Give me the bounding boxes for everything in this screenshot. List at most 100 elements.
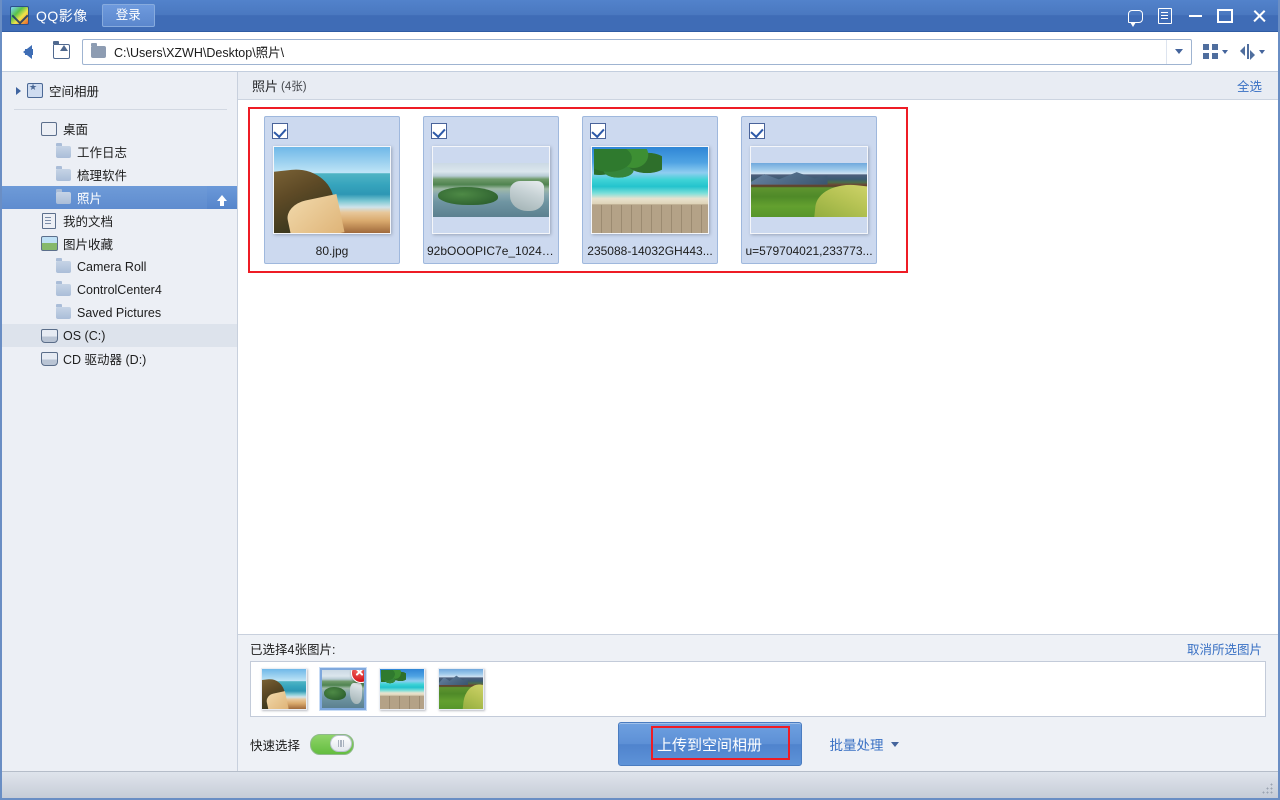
app-title: QQ影像: [36, 6, 88, 26]
feedback-bubble-button[interactable]: [1120, 0, 1150, 32]
sidebar-item-2[interactable]: 工作日志: [2, 140, 237, 163]
close-icon: [1252, 9, 1266, 23]
back-button[interactable]: [10, 37, 44, 67]
action-center-group: 上传到空间相册 批量处理: [238, 722, 1278, 766]
photo-thumbnail[interactable]: [432, 146, 550, 234]
sort-icon: [1240, 44, 1255, 59]
folder-icon: [54, 169, 72, 181]
open-folder-button[interactable]: [44, 37, 78, 67]
chevron-down-icon: [1259, 50, 1265, 54]
selected-thumbnail-image: [380, 669, 424, 709]
minimize-icon: [1189, 15, 1202, 17]
sidebar-item-label: Camera Roll: [77, 260, 237, 274]
sidebar-item-11[interactable]: CD 驱动器 (D:): [2, 347, 237, 370]
sidebar-item-label: 我的文档: [63, 211, 237, 230]
main-content: 照片 (4张) 全选 80.jpg92bOOOPIC7e_1024.j...23…: [238, 72, 1278, 771]
chevron-down-icon: [891, 742, 899, 747]
photo-filename: 235088-14032GH443...: [586, 244, 714, 258]
expander-triangle-icon[interactable]: [10, 87, 26, 95]
address-bar[interactable]: C:\Users\XZWH\Desktop\照片\: [82, 39, 1192, 65]
login-button[interactable]: 登录: [102, 4, 155, 27]
menu-document-button[interactable]: [1150, 0, 1180, 32]
selected-thumbnail[interactable]: [320, 668, 366, 710]
cancel-selection-link[interactable]: 取消所选图片: [1187, 639, 1262, 658]
sidebar-item-3[interactable]: 梳理软件: [2, 163, 237, 186]
sidebar-divider: [14, 109, 227, 110]
drive-icon: [40, 352, 58, 366]
sidebar-item-4[interactable]: 照片: [2, 186, 237, 209]
resize-grip[interactable]: [1261, 782, 1274, 795]
sidebar-item-1[interactable]: 桌面: [2, 117, 237, 140]
sidebar-item-8[interactable]: ControlCenter4: [2, 278, 237, 301]
toolbar-right-group: [1198, 38, 1270, 66]
selected-thumbnail[interactable]: [261, 668, 307, 710]
quick-select-toggle[interactable]: [310, 734, 354, 755]
photo-image: [433, 163, 549, 216]
pictures-icon-glyph: [41, 236, 58, 251]
photo-image: [751, 163, 867, 216]
folder-icon-glyph: [56, 307, 71, 319]
folder-icon: [91, 46, 106, 58]
desktop-icon: [40, 122, 58, 136]
photo-thumbnail[interactable]: [273, 146, 391, 234]
menu-document-icon: [1158, 8, 1172, 24]
chevron-down-icon: [1222, 50, 1228, 54]
photo-checkbox[interactable]: [431, 123, 447, 139]
photo-image: [592, 147, 708, 233]
body-area: 空间相册桌面工作日志梳理软件照片我的文档图片收藏 Camera Roll Contr…: [2, 72, 1278, 771]
maximize-button[interactable]: [1210, 0, 1240, 32]
status-bar: [2, 771, 1278, 798]
address-dropdown-button[interactable]: [1166, 40, 1191, 64]
photo-thumbnail[interactable]: [750, 146, 868, 234]
sidebar-item-0[interactable]: 空间相册: [2, 79, 237, 102]
select-all-link[interactable]: 全选: [1237, 76, 1262, 95]
sidebar-item-10[interactable]: OS (C:): [2, 324, 237, 347]
photo-checkbox[interactable]: [749, 123, 765, 139]
photo-card[interactable]: 235088-14032GH443...: [582, 116, 718, 264]
address-input[interactable]: C:\Users\XZWH\Desktop\照片\: [114, 42, 1166, 61]
sidebar-item-6[interactable]: 图片收藏: [2, 232, 237, 255]
view-mode-button[interactable]: [1198, 38, 1233, 66]
upload-to-album-button[interactable]: 上传到空间相册: [618, 722, 802, 766]
album-icon-glyph: [27, 83, 43, 98]
folder-icon-glyph: [56, 192, 71, 204]
album-icon: [26, 83, 44, 98]
close-button[interactable]: [1240, 0, 1278, 32]
document-icon: [40, 213, 58, 229]
folder-icon-glyph: [56, 261, 71, 273]
photo-card[interactable]: 80.jpg: [264, 116, 400, 264]
selected-thumbnail-image: [262, 669, 306, 709]
folder-tree-sidebar: 空间相册桌面工作日志梳理软件照片我的文档图片收藏 Camera Roll Contr…: [2, 72, 238, 771]
photo-image: [274, 147, 390, 233]
tray-header: 已选择4张图片: 取消所选图片: [238, 635, 1278, 661]
sort-button[interactable]: [1235, 38, 1270, 66]
selected-thumbnail[interactable]: [438, 668, 484, 710]
photo-checkbox[interactable]: [590, 123, 606, 139]
photo-card[interactable]: u=579704021,233773...: [741, 116, 877, 264]
photo-card[interactable]: 92bOOOPIC7e_1024.j...: [423, 116, 559, 264]
go-up-button[interactable]: [207, 186, 237, 209]
selected-thumbnail[interactable]: [379, 668, 425, 710]
sidebar-item-9[interactable]: Saved Pictures: [2, 301, 237, 324]
photo-thumbnail[interactable]: [591, 146, 709, 234]
drive-icon: [40, 329, 58, 343]
back-arrow-icon: [23, 45, 32, 59]
sidebar-item-5[interactable]: 我的文档: [2, 209, 237, 232]
sidebar-item-7[interactable]: Camera Roll: [2, 255, 237, 278]
photo-count: (4张): [281, 78, 307, 94]
minimize-button[interactable]: [1180, 0, 1210, 32]
sidebar-item-label: OS (C:): [63, 329, 237, 343]
toggle-knob: [330, 735, 352, 752]
feedback-bubble-icon: [1128, 10, 1143, 23]
batch-process-button[interactable]: 批量处理: [830, 734, 899, 754]
qq-image-window: QQ影像 登录 C: [0, 0, 1280, 800]
desktop-icon-glyph: [41, 122, 57, 136]
folder-icon: [54, 307, 72, 319]
sidebar-item-label: 图片收藏: [63, 234, 237, 253]
sidebar-item-label: Saved Pictures: [77, 306, 237, 320]
folder-icon-glyph: [56, 284, 71, 296]
up-arrow-icon: [217, 195, 227, 201]
photo-checkbox[interactable]: [272, 123, 288, 139]
thumbnail-grid: 80.jpg92bOOOPIC7e_1024.j... 235088-14032G…: [238, 100, 1278, 264]
sidebar-item-label: 照片: [77, 188, 207, 207]
